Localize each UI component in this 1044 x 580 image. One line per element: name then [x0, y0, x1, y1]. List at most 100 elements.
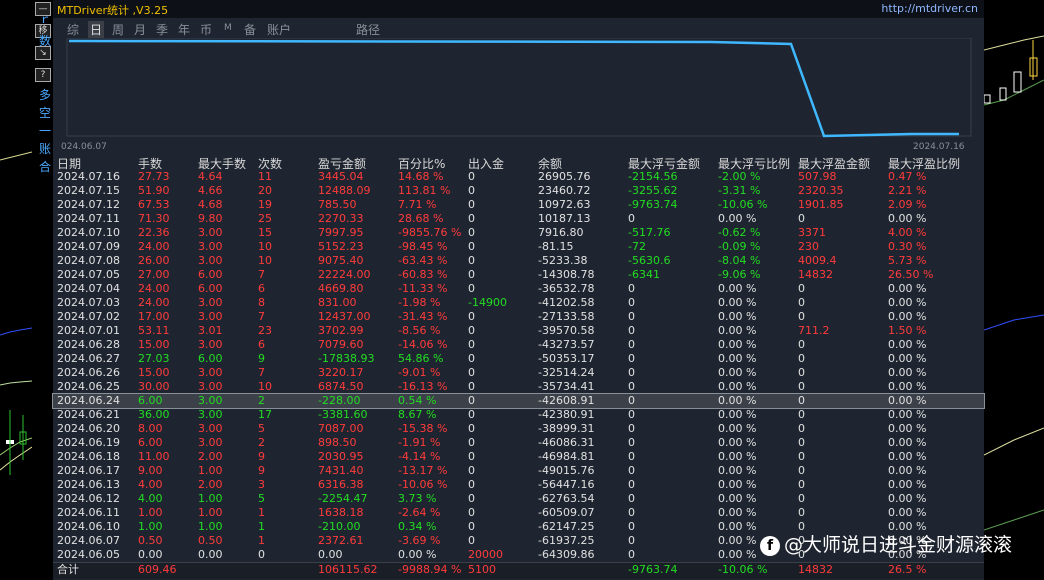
table-cell: 0: [798, 296, 805, 309]
table-row[interactable]: 2024.07.16 27.73 4.64 11 3445.04 14.68 % 0 2690…: [53, 170, 984, 184]
table-row[interactable]: 2024.06.19 6.00 3.00 2 898.50 -1.91 % 0 -46086.…: [53, 436, 984, 450]
table-cell: -16.13 %: [398, 380, 448, 393]
table-cell: 9.80: [198, 212, 223, 225]
table-row[interactable]: 2024.06.26 15.00 3.00 7 3220.17 -9.01 % 0 -3251…: [53, 366, 984, 380]
table-cell: 9.00: [138, 464, 163, 477]
table-header: 日期 手数 最大手数 次数 盈亏金额 百分比% 出入金 余额 最大浮亏金额 最大…: [53, 154, 984, 171]
side-label-account[interactable]: 账: [38, 140, 52, 157]
table-row[interactable]: 2024.07.09 24.00 3.00 10 5152.23 -98.45 % 0 -81…: [53, 240, 984, 254]
side-label-short[interactable]: 空: [38, 104, 52, 121]
table-cell: 0: [468, 226, 475, 239]
table-row[interactable]: 2024.07.15 51.90 4.66 20 12488.09 113.81 % 0 23…: [53, 184, 984, 198]
tab-symbol[interactable]: 币: [200, 21, 212, 38]
table-cell: 15.00: [138, 338, 170, 351]
tab-overview[interactable]: 综: [67, 21, 79, 38]
table-cell: -2154.56: [628, 170, 678, 183]
side-label-long[interactable]: 多: [38, 86, 52, 103]
table-cell: 0.00 %: [888, 478, 927, 491]
table-cell: 0.00 %: [888, 380, 927, 393]
table-row[interactable]: 2024.07.08 26.00 3.00 10 9075.40 -63.43 % 0 -52…: [53, 254, 984, 268]
table-cell: -3255.62: [628, 184, 678, 197]
tab-daily[interactable]: 日: [88, 21, 105, 38]
table-cell: 3.00: [198, 226, 223, 239]
table-cell: 0: [628, 492, 635, 505]
table-cell: 2024.06.13: [57, 478, 120, 491]
channel-logo-icon: f: [760, 535, 780, 556]
table-cell: 0: [798, 408, 805, 421]
tab-monthly[interactable]: 月: [134, 21, 146, 38]
side-label-one[interactable]: 一: [38, 122, 52, 139]
table-cell: 26.00: [138, 254, 170, 267]
table-row[interactable]: 2024.07.04 24.00 6.00 6 4669.80 -11.33 % 0 -365…: [53, 282, 984, 296]
tab-weekly[interactable]: 周: [112, 21, 124, 38]
table-cell: 3.00: [198, 408, 223, 421]
table-cell: -61937.25: [538, 534, 595, 547]
table-cell: 2024.06.20: [57, 422, 120, 435]
table-row[interactable]: 2024.06.28 15.00 3.00 6 7079.60 -14.06 % 0 -432…: [53, 338, 984, 352]
table-row[interactable]: 2024.07.01 53.11 3.01 23 3702.99 -8.56 % 0 -395…: [53, 324, 984, 338]
side-label-r: ｒ: [38, 12, 51, 26]
table-cell: 3.00: [198, 380, 223, 393]
table-row[interactable]: 2024.06.25 30.00 3.00 10 6874.50 -16.13 % 0 -35…: [53, 380, 984, 394]
table-row[interactable]: 2024.06.21 36.00 3.00 17 -3381.60 8.67 % 0 -423…: [53, 408, 984, 422]
table-cell: -98.45 %: [398, 240, 448, 253]
table-row[interactable]: 2024.06.11 1.00 1.00 1 1638.18 -2.64 % 0 -60509…: [53, 506, 984, 520]
table-row[interactable]: 2024.07.05 27.00 6.00 7 22224.00 -60.83 % 0 -14…: [53, 268, 984, 282]
table-cell: 24.00: [138, 282, 170, 295]
table-cell: 22224.00: [318, 268, 371, 281]
table-cell: 2: [258, 436, 265, 449]
tab-yearly[interactable]: 年: [178, 21, 190, 38]
table-row[interactable]: 2024.06.12 4.00 1.00 5 -2254.47 3.73 % 0 -62763…: [53, 492, 984, 506]
table-cell: 3.00: [198, 366, 223, 379]
side-label-data[interactable]: 数: [38, 32, 52, 49]
table-cell: 5152.23: [318, 240, 364, 253]
tab-notes[interactable]: 备: [244, 21, 256, 38]
table-row[interactable]: 2024.07.03 24.00 3.00 8 831.00 -1.98 % -14900 -…: [53, 296, 984, 310]
table-row[interactable]: 2024.06.24 6.00 3.00 2 -228.00 0.54 % 0 -42608.…: [52, 393, 985, 409]
table-cell: 1: [258, 520, 265, 533]
table-row[interactable]: 2024.07.02 17.00 3.00 7 12437.00 -31.43 % 0 -27…: [53, 310, 984, 324]
table-cell: 0: [798, 366, 805, 379]
table-cell: 0: [468, 324, 475, 337]
table-cell: 1.50 %: [888, 324, 927, 337]
table-cell: 8: [258, 296, 265, 309]
table-row[interactable]: 2024.06.13 4.00 2.00 3 6316.38 -10.06 % 0 -5644…: [53, 478, 984, 492]
table-cell: 3.00: [198, 436, 223, 449]
tab-magic[interactable]: M: [224, 23, 232, 33]
tab-path[interactable]: 路径: [356, 21, 380, 38]
table-row[interactable]: 2024.07.11 71.30 9.80 25 2270.33 28.68 % 0 1018…: [53, 212, 984, 226]
table-row[interactable]: 2024.06.17 9.00 1.00 9 7431.40 -13.17 % 0 -4901…: [53, 464, 984, 478]
help-button[interactable]: ?: [35, 68, 51, 82]
table-cell: 2320.35: [798, 184, 844, 197]
table-cell: 4669.80: [318, 282, 364, 295]
table-row[interactable]: 2024.07.12 67.53 4.68 19 785.50 7.71 % 0 10972.…: [53, 198, 984, 212]
table-cell: 0.00 %: [888, 310, 927, 323]
table-cell: 0.54 %: [398, 394, 437, 407]
table-cell: 0: [468, 198, 475, 211]
table-cell: 0: [468, 268, 475, 281]
table-cell: 3.00: [198, 310, 223, 323]
table-cell: 2024.07.15: [57, 184, 120, 197]
table-cell: 7997.95: [318, 226, 364, 239]
table-row[interactable]: 2024.06.18 11.00 2.00 9 2030.95 -4.14 % 0 -4698…: [53, 450, 984, 464]
table-cell: 2.00: [198, 478, 223, 491]
table-cell: 1: [258, 534, 265, 547]
tab-account[interactable]: 账户: [267, 21, 291, 38]
table-row[interactable]: 2024.07.10 22.36 3.00 15 7997.95 -9855.76 % 0 7…: [53, 226, 984, 240]
table-cell: 0: [468, 394, 475, 407]
table-cell: 0: [468, 240, 475, 253]
table-cell: 4.64: [198, 170, 223, 183]
table-cell: -31.43 %: [398, 310, 448, 323]
side-label-combine[interactable]: 合: [38, 158, 52, 175]
table-cell: -42608.91: [538, 394, 595, 407]
table-cell: -72: [628, 240, 646, 253]
tab-quarterly[interactable]: 季: [156, 21, 168, 38]
table-row[interactable]: 2024.06.27 27.03 6.00 9 -17838.93 54.86 % 0 -50…: [53, 352, 984, 366]
table-cell: 2024.07.11: [57, 212, 120, 225]
table-cell: 0.30 %: [888, 240, 927, 253]
table-cell: 6.00: [198, 268, 223, 281]
table-cell: 2024.06.07: [57, 534, 120, 547]
website-link[interactable]: http://mtdriver.cn: [881, 2, 978, 15]
table-cell: -49015.76: [538, 464, 595, 477]
table-row[interactable]: 2024.06.20 8.00 3.00 5 7087.00 -15.38 % 0 -3899…: [53, 422, 984, 436]
